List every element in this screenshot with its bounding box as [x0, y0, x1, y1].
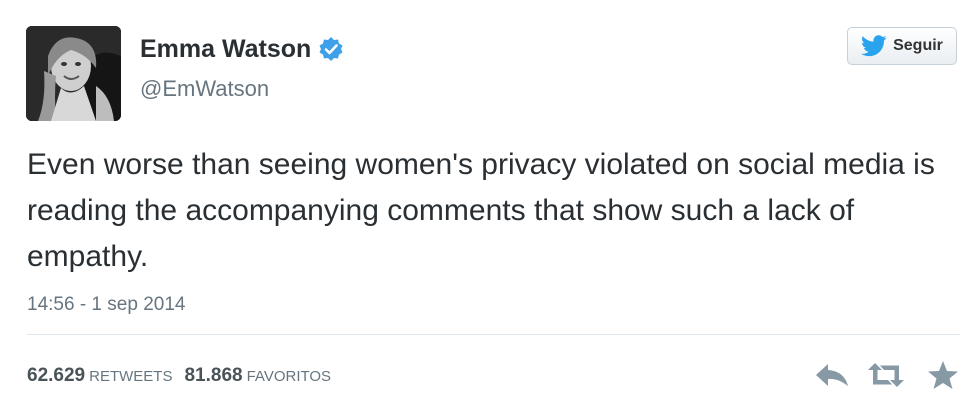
retweet-icon — [868, 363, 904, 387]
favorites-label: FAVORITOS — [246, 368, 332, 385]
follow-button[interactable]: Seguir — [847, 27, 957, 65]
retweets-count: 62.629 — [27, 365, 86, 386]
reply-arrow-icon — [816, 364, 848, 386]
author-name[interactable]: Emma Watson — [140, 35, 311, 64]
retweet-button[interactable] — [864, 358, 908, 392]
retweets-stat[interactable]: 62.629 RETWEETS — [27, 365, 172, 387]
favorites-stat[interactable]: 81.868 FAVORITOS — [184, 365, 331, 387]
avatar[interactable] — [26, 26, 121, 121]
verified-badge-icon — [318, 36, 344, 62]
avatar-photo — [26, 26, 121, 121]
retweets-label: RETWEETS — [89, 368, 173, 385]
tweet-card: Emma Watson @EmWatson Seguir Even worse … — [0, 0, 980, 409]
twitter-bird-icon — [861, 35, 887, 57]
author-name-row: Emma Watson — [140, 34, 344, 64]
reply-button[interactable] — [812, 358, 852, 392]
tweet-stats: 62.629 RETWEETS 81.868 FAVORITOS — [27, 365, 331, 387]
tweet-actions — [812, 358, 962, 392]
follow-button-label: Seguir — [893, 37, 943, 54]
favorite-button[interactable] — [924, 358, 962, 392]
star-icon — [928, 361, 958, 389]
author-handle[interactable]: @EmWatson — [140, 76, 269, 102]
divider — [27, 334, 960, 335]
tweet-timestamp[interactable]: 14:56 - 1 sep 2014 — [27, 294, 185, 316]
tweet-text: Even worse than seeing women's privacy v… — [27, 148, 935, 273]
favorites-count: 81.868 — [184, 365, 243, 386]
